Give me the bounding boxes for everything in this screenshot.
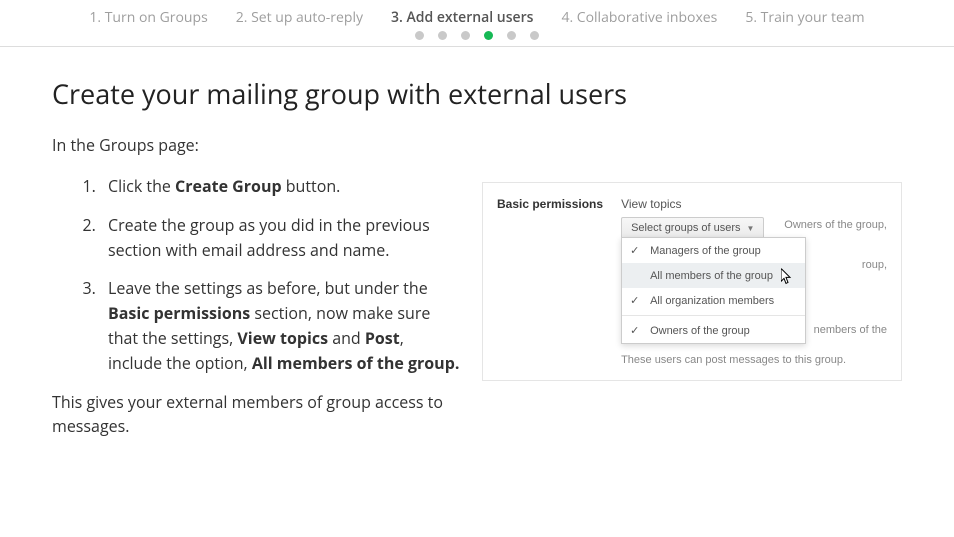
dot-5[interactable] [507, 31, 516, 40]
main-content: Create your mailing group with external … [0, 47, 954, 439]
page-title: Create your mailing group with external … [52, 75, 902, 112]
roup-fragment: roup, [862, 259, 887, 271]
stepper-item-2[interactable]: 2. Set up auto-reply [236, 8, 363, 27]
post-caption: These users can post messages to this gr… [621, 354, 887, 366]
cursor-icon [781, 268, 793, 287]
dot-6[interactable] [530, 31, 539, 40]
stepper-item-3[interactable]: 3. Add external users [391, 8, 533, 27]
dropdown-item-managers[interactable]: ✓ Managers of the group [622, 238, 805, 263]
dot-4[interactable] [484, 31, 493, 40]
dropdown-item-owners[interactable]: ✓ Owners of the group [622, 318, 805, 343]
owners-fragment: Owners of the group, [784, 219, 887, 231]
permissions-figure: Basic permissions View topics Select gro… [482, 182, 902, 381]
dropdown-separator [622, 315, 805, 316]
stepper-item-5[interactable]: 5. Train your team [745, 8, 864, 27]
instruction-list: Click the Create Group button. Create th… [52, 174, 462, 376]
list-item-1: Click the Create Group button. [100, 174, 462, 199]
check-icon: ✓ [630, 244, 642, 257]
dropdown-item-org-members[interactable]: ✓ All organization members [622, 288, 805, 313]
users-dropdown: ✓ Managers of the group ✓ All members of… [621, 237, 806, 344]
intro-text: In the Groups page: [52, 134, 902, 156]
dot-3[interactable] [461, 31, 470, 40]
dot-2[interactable] [438, 31, 447, 40]
select-users-dropdown-button[interactable]: Select groups of users ▼ [621, 217, 764, 239]
list-item-3: Leave the settings as before, but under … [100, 276, 462, 375]
check-icon: ✓ [630, 324, 642, 337]
footnote: This gives your external members of grou… [52, 390, 462, 440]
caret-down-icon: ▼ [747, 224, 755, 233]
stepper-dots [0, 31, 954, 47]
stepper-item-4[interactable]: 4. Collaborative inboxes [561, 8, 717, 27]
select-users-label: Select groups of users [631, 222, 740, 234]
list-item-2: Create the group as you did in the previ… [100, 213, 462, 263]
members-fragment: nembers of the [814, 323, 887, 337]
stepper-item-1[interactable]: 1. Turn on Groups [89, 8, 207, 27]
view-topics-label: View topics [621, 197, 887, 211]
stepper: 1. Turn on Groups 2. Set up auto-reply 3… [0, 0, 954, 31]
dot-1[interactable] [415, 31, 424, 40]
dropdown-item-all-members[interactable]: ✓ All members of the group [622, 263, 805, 288]
basic-permissions-label: Basic permissions [497, 197, 603, 366]
check-icon: ✓ [630, 294, 642, 307]
